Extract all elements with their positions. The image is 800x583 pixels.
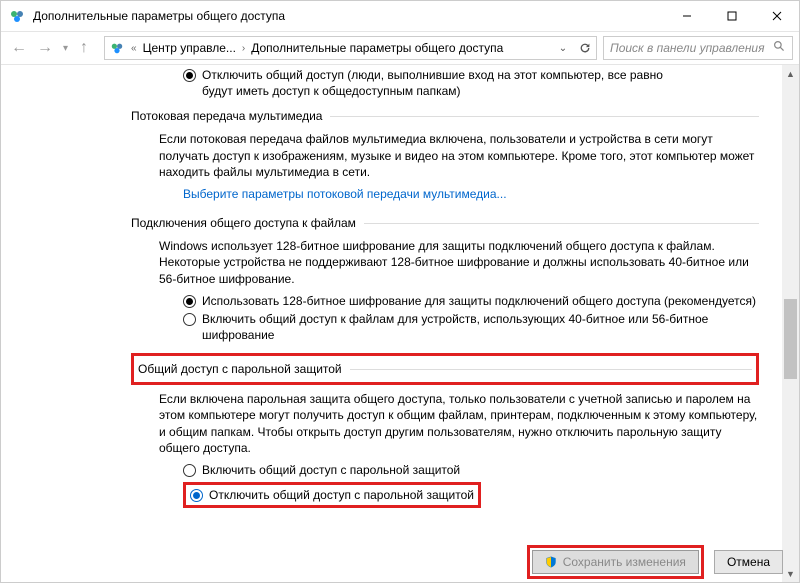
section-password-text: Если включена парольная защита общего до… <box>159 391 759 456</box>
radio-encryption-40-56-label: Включить общий доступ к файлам для устро… <box>202 311 759 343</box>
radio-password-on-label: Включить общий доступ с парольной защито… <box>202 462 460 478</box>
content-area: Отключить общий доступ (люди, выполнивши… <box>1 65 799 542</box>
radio-password-off[interactable] <box>190 489 203 502</box>
radio-public-sharing-off-label: Отключить общий доступ (люди, выполнивши… <box>202 67 663 99</box>
chevron-icon[interactable]: « <box>129 43 139 54</box>
scroll-thumb[interactable] <box>784 299 797 379</box>
password-on-radio-row: Включить общий доступ с парольной защито… <box>183 462 759 478</box>
vertical-scrollbar[interactable]: ▲ ▼ <box>782 65 799 582</box>
breadcrumb-seg-2[interactable]: Дополнительные параметры общего доступа <box>247 41 507 55</box>
forward-button[interactable]: → <box>33 36 57 60</box>
back-button[interactable]: ← <box>7 36 31 60</box>
up-button[interactable]: ↑ <box>72 36 96 60</box>
bottom-bar: Сохранить изменения Отмена <box>527 544 783 580</box>
encryption-128-radio-row: Использовать 128-битное шифрование для з… <box>183 293 759 309</box>
highlight-password-off-radio: Отключить общий доступ с парольной защит… <box>183 480 759 510</box>
encryption-40-56-radio-row: Включить общий доступ к файлам для устро… <box>183 311 759 343</box>
titlebar: Дополнительные параметры общего доступа <box>1 1 799 31</box>
search-input[interactable]: Поиск в панели управления <box>603 36 793 60</box>
radio-password-on[interactable] <box>183 464 196 477</box>
search-placeholder: Поиск в панели управления <box>610 41 765 55</box>
history-dropdown-icon[interactable]: ▾ <box>63 43 68 54</box>
section-password-header: Общий доступ с парольной защитой <box>138 358 752 380</box>
section-media-streaming-text: Если потоковая передача файлов мультимед… <box>159 131 759 180</box>
scroll-track[interactable] <box>782 82 799 565</box>
maximize-button[interactable] <box>709 1 754 31</box>
breadcrumb-icon <box>109 40 125 56</box>
breadcrumb-dropdown-icon[interactable]: ⌄ <box>552 43 574 54</box>
radio-encryption-128[interactable] <box>183 295 196 308</box>
minimize-button[interactable] <box>664 1 709 31</box>
highlight-save-button: Сохранить изменения <box>527 545 704 579</box>
radio-encryption-40-56[interactable] <box>183 313 196 326</box>
section-file-sharing-header: Подключения общего доступа к файлам <box>131 208 759 232</box>
save-button[interactable]: Сохранить изменения <box>532 550 699 574</box>
radio-public-sharing-off[interactable] <box>183 69 196 82</box>
window-title: Дополнительные параметры общего доступа <box>33 9 285 23</box>
close-button[interactable] <box>754 1 799 31</box>
radio-password-off-label: Отключить общий доступ с парольной защит… <box>209 487 474 503</box>
public-folder-sharing-off-radio-row: Отключить общий доступ (люди, выполнивши… <box>183 67 759 99</box>
chevron-right-icon[interactable]: › <box>240 43 247 54</box>
section-media-streaming-header: Потоковая передача мультимедиа <box>131 101 759 125</box>
section-file-sharing-text: Windows использует 128-битное шифрование… <box>159 238 759 287</box>
breadcrumb-seg-1[interactable]: Центр управле... <box>139 41 240 55</box>
toolbar: ← → ▾ ↑ « Центр управле... › Дополнитель… <box>1 31 799 65</box>
shield-icon <box>545 556 557 568</box>
cancel-button[interactable]: Отмена <box>714 550 783 574</box>
scroll-down-icon[interactable]: ▼ <box>782 565 799 582</box>
breadcrumb[interactable]: « Центр управле... › Дополнительные пара… <box>104 36 597 60</box>
search-icon <box>773 40 786 56</box>
media-streaming-options-link[interactable]: Выберите параметры потоковой передачи му… <box>183 186 759 202</box>
refresh-button[interactable] <box>574 41 596 55</box>
radio-encryption-128-label: Использовать 128-битное шифрование для з… <box>202 293 756 309</box>
highlight-password-section-header: Общий доступ с парольной защитой <box>131 353 759 385</box>
scroll-up-icon[interactable]: ▲ <box>782 65 799 82</box>
app-icon <box>9 8 25 24</box>
